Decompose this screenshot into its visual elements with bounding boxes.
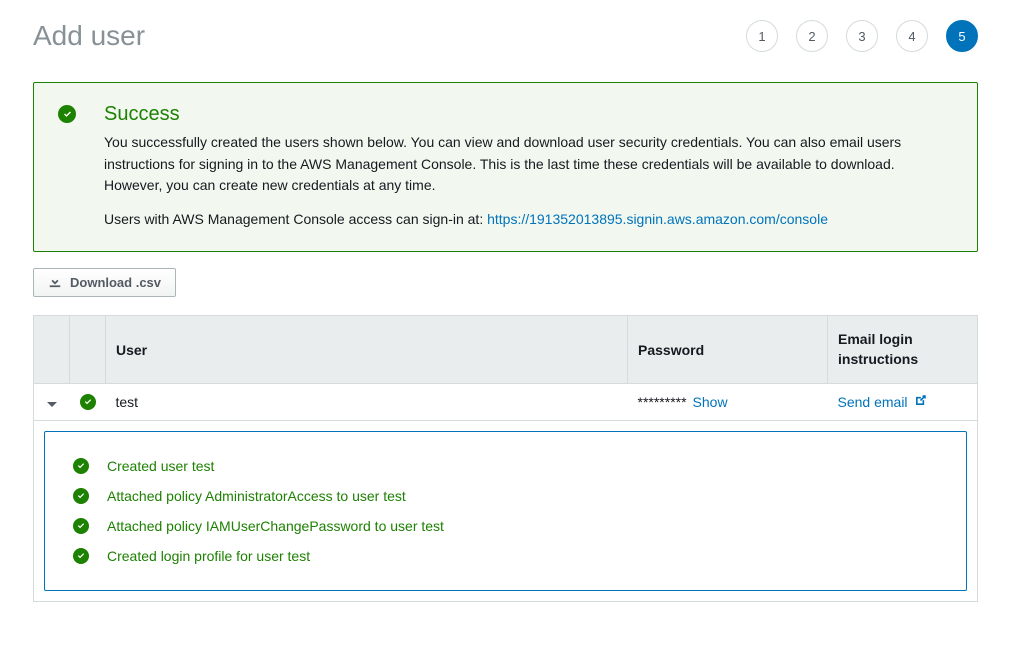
step-5[interactable]: 5 xyxy=(946,20,978,52)
col-toggle xyxy=(34,316,70,384)
detail-check-icon xyxy=(73,458,89,474)
details-box: Created user test Attached policy Admini… xyxy=(44,431,967,591)
details-row: Created user test Attached policy Admini… xyxy=(34,421,978,602)
detail-check-icon xyxy=(73,518,89,534)
send-email-link[interactable]: Send email xyxy=(838,394,908,410)
success-check-icon xyxy=(58,105,76,123)
detail-item: Created login profile for user test xyxy=(73,548,938,564)
success-text: You successfully created the users shown… xyxy=(104,132,953,197)
password-mask: ********* xyxy=(638,394,687,410)
page-title: Add user xyxy=(33,20,145,52)
step-2[interactable]: 2 xyxy=(796,20,828,52)
col-email-header: Email login instructions xyxy=(828,316,978,384)
detail-text: Created login profile for user test xyxy=(107,548,310,564)
download-icon xyxy=(48,274,62,291)
signin-line: Users with AWS Management Console access… xyxy=(104,211,953,227)
step-1[interactable]: 1 xyxy=(746,20,778,52)
download-csv-button[interactable]: Download .csv xyxy=(33,268,176,297)
external-link-icon xyxy=(914,394,927,410)
detail-check-icon xyxy=(73,548,89,564)
col-password-header: Password xyxy=(628,316,828,384)
success-title: Success xyxy=(104,103,953,126)
detail-text: Created user test xyxy=(107,458,214,474)
wizard-steps: 1 2 3 4 5 xyxy=(746,20,978,52)
signin-url-link[interactable]: https://191352013895.signin.aws.amazon.c… xyxy=(487,211,828,227)
download-csv-label: Download .csv xyxy=(70,275,161,290)
step-3[interactable]: 3 xyxy=(846,20,878,52)
success-alert: Success You successfully created the use… xyxy=(33,82,978,252)
col-user-header: User xyxy=(106,316,628,384)
step-4[interactable]: 4 xyxy=(896,20,928,52)
detail-text: Attached policy IAMUserChangePassword to… xyxy=(107,518,444,534)
users-table: User Password Email login instructions t… xyxy=(33,315,978,602)
detail-text: Attached policy AdministratorAccess to u… xyxy=(107,488,406,504)
signin-prefix: Users with AWS Management Console access… xyxy=(104,211,487,227)
expand-toggle-icon[interactable] xyxy=(47,402,57,407)
row-status-check-icon xyxy=(80,394,96,410)
detail-item: Attached policy AdministratorAccess to u… xyxy=(73,488,938,504)
show-password-link[interactable]: Show xyxy=(693,394,728,410)
detail-item: Created user test xyxy=(73,458,938,474)
table-row: test ********* Show Send email xyxy=(34,384,978,421)
row-username: test xyxy=(106,384,628,421)
col-status xyxy=(70,316,106,384)
detail-check-icon xyxy=(73,488,89,504)
detail-item: Attached policy IAMUserChangePassword to… xyxy=(73,518,938,534)
